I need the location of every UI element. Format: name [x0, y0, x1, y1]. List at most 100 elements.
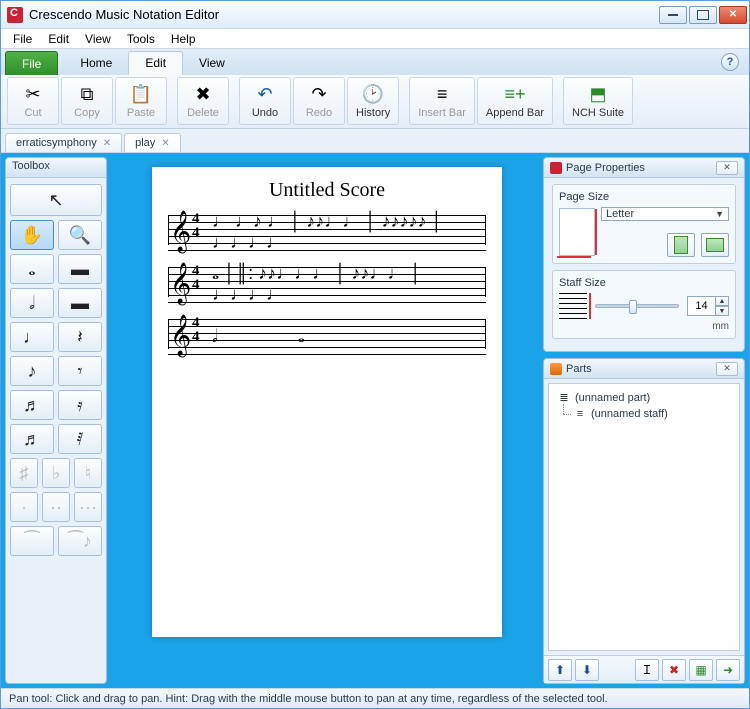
minimize-button[interactable]: [659, 6, 687, 24]
add-part-button[interactable]: ▦: [689, 659, 713, 681]
ribbon-tab-home[interactable]: Home: [64, 51, 128, 75]
treble-clef-icon: 𝄞: [170, 262, 191, 305]
landscape-button[interactable]: [701, 233, 729, 257]
delete-button[interactable]: ✖ Delete: [177, 77, 229, 125]
flat-tool[interactable]: ♭: [42, 458, 70, 488]
tree-item-part[interactable]: ≣ (unnamed part): [557, 390, 731, 406]
paste-icon: 📋: [129, 83, 153, 105]
redo-button[interactable]: ↷ Redo: [293, 77, 345, 125]
time-signature: 44: [192, 316, 200, 344]
slur-tool[interactable]: ⁀♪: [58, 526, 102, 556]
pan-tool[interactable]: ✋: [10, 220, 54, 250]
doc-tab-1[interactable]: play ✕: [124, 133, 181, 152]
history-button[interactable]: 🕑 History: [347, 77, 399, 125]
help-icon[interactable]: ?: [721, 53, 739, 71]
page-icon: [550, 162, 562, 174]
close-icon[interactable]: ✕: [159, 138, 171, 149]
doc-tab-label: play: [135, 137, 155, 149]
quarter-rest-tool[interactable]: 𝄽: [58, 322, 102, 352]
menu-view[interactable]: View: [77, 30, 119, 48]
menu-file[interactable]: File: [5, 30, 40, 48]
ribbon-tab-view[interactable]: View: [183, 51, 241, 75]
step-up[interactable]: ▲: [715, 296, 729, 306]
tree-item-staff[interactable]: ≡ (unnamed staff): [557, 406, 731, 422]
document-tabs: erraticsymphony ✕ play ✕: [1, 129, 749, 153]
page-thumb-icon: [559, 208, 595, 256]
append-bar-button[interactable]: ≡+ Append Bar: [477, 77, 553, 125]
unit-label: mm: [559, 321, 729, 332]
double-dot-tool[interactable]: ··: [42, 492, 70, 522]
insert-bar-button[interactable]: ≡ Insert Bar: [409, 77, 475, 125]
thirtysecond-note-tool[interactable]: ♬: [10, 424, 54, 454]
close-button[interactable]: [719, 6, 747, 24]
notes: 𝅗𝅥 𝅝: [212, 318, 480, 354]
half-note-tool[interactable]: 𝅗𝅥: [10, 288, 54, 318]
dot-tool[interactable]: ·: [10, 492, 38, 522]
main-area: Toolbox ↖ ✋ 🔍 𝅝 ▬ 𝅗𝅥 ▬ ♩ 𝄽: [1, 153, 749, 688]
remove-button[interactable]: ✖: [662, 659, 686, 681]
close-icon[interactable]: ✕: [101, 138, 113, 149]
ribbon-tab-file[interactable]: File: [5, 51, 58, 75]
sixteenth-rest-tool[interactable]: 𝄿: [58, 390, 102, 420]
ribbon-toolbar: ✂ Cut ⧉ Copy 📋 Paste ✖ Delete ↶ Undo ↷ R…: [1, 75, 749, 129]
move-up-button[interactable]: ⬆: [548, 659, 572, 681]
menu-help[interactable]: Help: [163, 30, 204, 48]
staff-size-label: Staff Size: [559, 277, 729, 289]
staff-size-icon: [559, 293, 587, 319]
menu-tools[interactable]: Tools: [119, 30, 163, 48]
add-staff-button[interactable]: ➜: [716, 659, 740, 681]
parts-icon: [550, 363, 562, 375]
page-size-label: Page Size: [559, 191, 729, 203]
score-page: Untitled Score 𝄞 44 ♩ ♩♪ ♩ │ ♪♪♩♩ │ ♪♪♪♪…: [152, 167, 502, 637]
step-down[interactable]: ▼: [715, 306, 729, 316]
undo-button[interactable]: ↶ Undo: [239, 77, 291, 125]
whole-note-tool[interactable]: 𝅝: [10, 254, 54, 284]
history-icon: 🕑: [361, 83, 385, 105]
tie-tool[interactable]: ⁀: [10, 526, 54, 556]
quarter-note-tool[interactable]: ♩: [10, 322, 54, 352]
paste-button[interactable]: 📋 Paste: [115, 77, 167, 125]
treble-clef-icon: 𝄞: [170, 314, 191, 357]
staff-size-input[interactable]: [687, 296, 715, 316]
copy-button[interactable]: ⧉ Copy: [61, 77, 113, 125]
eighth-note-tool[interactable]: ♪: [10, 356, 54, 386]
doc-tab-0[interactable]: erraticsymphony ✕: [5, 133, 122, 152]
ribbon-tab-edit[interactable]: Edit: [128, 51, 183, 75]
portrait-button[interactable]: [667, 233, 695, 257]
staff-size-stepper[interactable]: ▲▼: [687, 296, 729, 316]
parts-tree[interactable]: ≣ (unnamed part) ≡ (unnamed staff): [557, 390, 731, 422]
maximize-button[interactable]: [689, 6, 717, 24]
zoom-tool[interactable]: 🔍: [58, 220, 102, 250]
page-properties-panel: Page Properties ✕ Page Size Letter ▼: [543, 157, 745, 352]
triple-dot-tool[interactable]: ···: [74, 492, 102, 522]
parts-toolbar: ⬆ ⬇ Ｉ ✖ ▦ ➜: [544, 655, 744, 683]
statusbar: Pan tool: Click and drag to pan. Hint: D…: [1, 688, 749, 708]
titlebar: Crescendo Music Notation Editor: [1, 1, 749, 29]
parts-panel: Parts ✕ ≣ (unnamed part) ≡ (unnamed staf…: [543, 358, 745, 684]
nch-suite-button[interactable]: ⬒ NCH Suite: [563, 77, 633, 125]
rename-button[interactable]: Ｉ: [635, 659, 659, 681]
undo-icon: ↶: [253, 83, 277, 105]
whole-rest-tool[interactable]: ▬: [58, 254, 102, 284]
pointer-tool[interactable]: ↖: [10, 184, 102, 216]
insert-bar-icon: ≡: [430, 83, 454, 105]
toolbox-panel: Toolbox ↖ ✋ 🔍 𝅝 ▬ 𝅗𝅥 ▬ ♩ 𝄽: [5, 157, 107, 684]
sharp-tool[interactable]: ♯: [10, 458, 38, 488]
half-rest-tool[interactable]: ▬: [58, 288, 102, 318]
panel-close-button[interactable]: ✕: [716, 161, 738, 175]
menu-edit[interactable]: Edit: [40, 30, 77, 48]
panel-close-button[interactable]: ✕: [716, 362, 738, 376]
natural-tool[interactable]: ♮: [74, 458, 102, 488]
page-size-select[interactable]: Letter ▼: [601, 207, 729, 221]
thirtysecond-rest-tool[interactable]: 𝅀: [58, 424, 102, 454]
move-down-button[interactable]: ⬇: [575, 659, 599, 681]
scissors-icon: ✂: [21, 83, 45, 105]
sixteenth-note-tool[interactable]: ♬: [10, 390, 54, 420]
eighth-rest-tool[interactable]: 𝄾: [58, 356, 102, 386]
score-canvas[interactable]: Untitled Score 𝄞 44 ♩ ♩♪ ♩ │ ♪♪♩♩ │ ♪♪♪♪…: [111, 153, 543, 688]
ribbon-tabs: File Home Edit View ?: [1, 49, 749, 75]
panel-title: Parts: [566, 363, 592, 375]
time-signature: 44: [192, 264, 200, 292]
staff-size-slider[interactable]: [595, 304, 679, 308]
cut-button[interactable]: ✂ Cut: [7, 77, 59, 125]
